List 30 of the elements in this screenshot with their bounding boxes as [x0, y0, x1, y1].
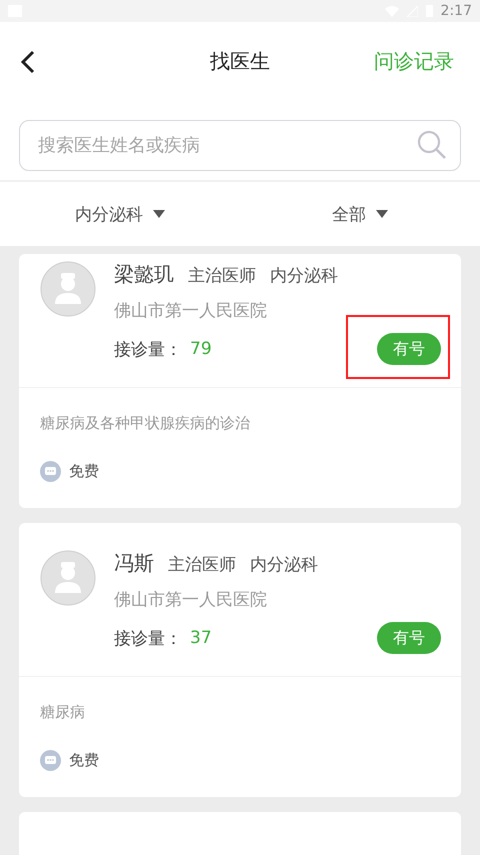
doctor-card[interactable]: 梁懿玑 主治医师 内分泌科 佛山市第一人民医院 接诊量： 79 有号 糖尿病及各种甲状腺疾病的诊治 免费: [19, 254, 461, 508]
doctor-title: 主治医师: [188, 265, 256, 287]
doctor-department: 内分泌科: [250, 554, 318, 576]
doctor-avatar: [40, 550, 96, 606]
hospital-name: 佛山市第一人民医院: [114, 300, 268, 323]
fee-label: 免费: [69, 462, 99, 480]
consultation-count-label: 接诊量：: [114, 338, 182, 360]
page-title: 找医生: [210, 48, 270, 74]
hospital-name: 佛山市第一人民医院: [114, 589, 268, 612]
dropdown-caret-icon: [153, 210, 165, 218]
doctor-specialty: 糖尿病及各种甲状腺疾病的诊治: [40, 413, 251, 434]
consultation-count-label: 接诊量：: [114, 628, 182, 650]
consultation-count: 79: [190, 339, 213, 359]
doctor-name: 梁懿玑: [114, 261, 174, 288]
consultation-count: 37: [190, 628, 213, 648]
doctor-name: 冯斯: [114, 550, 154, 577]
back-icon[interactable]: [20, 50, 36, 74]
status-time: 2:17: [440, 3, 472, 19]
dropdown-caret-icon: [376, 210, 388, 218]
doctor-department: 内分泌科: [270, 265, 338, 287]
filter-dropdown[interactable]: 全部: [240, 182, 480, 246]
chat-bubble-icon: [40, 460, 61, 482]
doctor-card[interactable]: 冯斯 主治医师 内分泌科 佛山市第一人民医院 接诊量： 37 有号 糖尿病 免费: [19, 523, 461, 797]
search-field[interactable]: 搜索医生姓名或疾病: [19, 120, 461, 171]
doctor-avatar: [40, 261, 96, 317]
chat-bubble-icon: [40, 750, 61, 770]
filter-dropdown[interactable]: 内分泌科: [0, 182, 240, 246]
doctor-title: 主治医师: [168, 554, 236, 576]
doctor-specialty: 糖尿病: [40, 702, 86, 723]
fee-label: 免费: [69, 750, 99, 770]
